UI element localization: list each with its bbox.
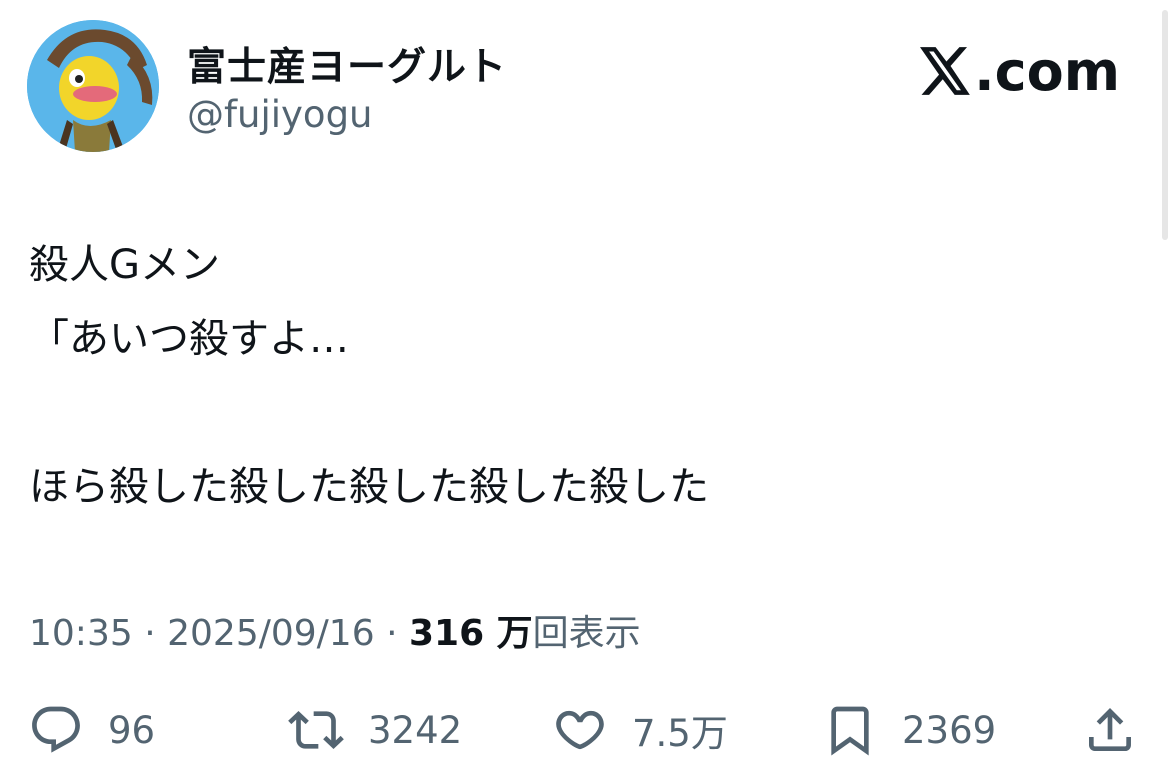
reply-bubble-icon [32,706,80,753]
views-count: 316 万 [408,613,533,654]
share-button[interactable] [1082,700,1138,760]
tweet-date[interactable]: 2025/09/16 [167,613,375,654]
retweet-icon [288,711,344,749]
meta-separator: · [386,613,398,654]
like-count: 7.5万 [632,712,728,755]
avatar[interactable] [27,20,159,152]
reply-count: 96 [108,708,156,752]
meta-separator: · [144,613,156,654]
tweet-meta: 10:35 · 2025/09/16 · 316 万回表示 [29,604,641,656]
bookmark-icon [831,706,869,756]
tweet-text: 殺人Gメン 「あいつ殺すよ… ほら殺した殺した殺した殺した殺した [29,242,709,510]
scrollbar[interactable] [1162,10,1168,240]
handle[interactable]: @fujiyogu [187,93,373,136]
retweet-button[interactable]: 3242 [288,700,462,760]
action-bar: 96 3242 7.5万 2369 [0,700,1170,764]
bookmark-count: 2369 [902,708,997,752]
tweet-time[interactable]: 10:35 [29,613,133,654]
brand-domain: .com [974,39,1120,103]
x-logo-icon [920,47,970,95]
like-button[interactable]: 7.5万 [552,700,728,760]
reply-button[interactable]: 96 [28,700,155,760]
display-name[interactable]: 富士産ヨーグルト [187,36,507,92]
views-label: 回表示 [532,613,641,654]
x-brand: .com [920,39,1120,103]
heart-icon [556,710,604,750]
retweet-count: 3242 [368,708,463,752]
bookmark-button[interactable]: 2369 [822,700,996,760]
share-icon [1089,708,1131,751]
avatar-character-image [27,20,159,152]
